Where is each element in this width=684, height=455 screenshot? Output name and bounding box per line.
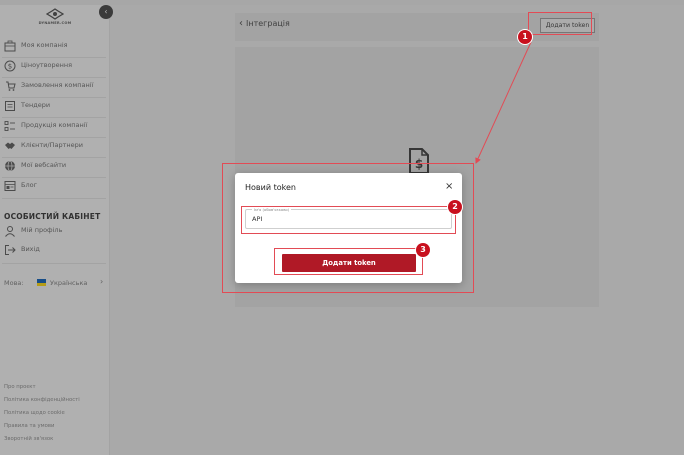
step-badge-2: 2 xyxy=(448,200,462,214)
highlight-box-2 xyxy=(241,206,456,234)
highlight-box-3 xyxy=(274,248,423,275)
highlight-box-1 xyxy=(528,12,592,35)
step-badge-3: 3 xyxy=(416,243,430,257)
step-badge-1: 1 xyxy=(518,30,532,44)
